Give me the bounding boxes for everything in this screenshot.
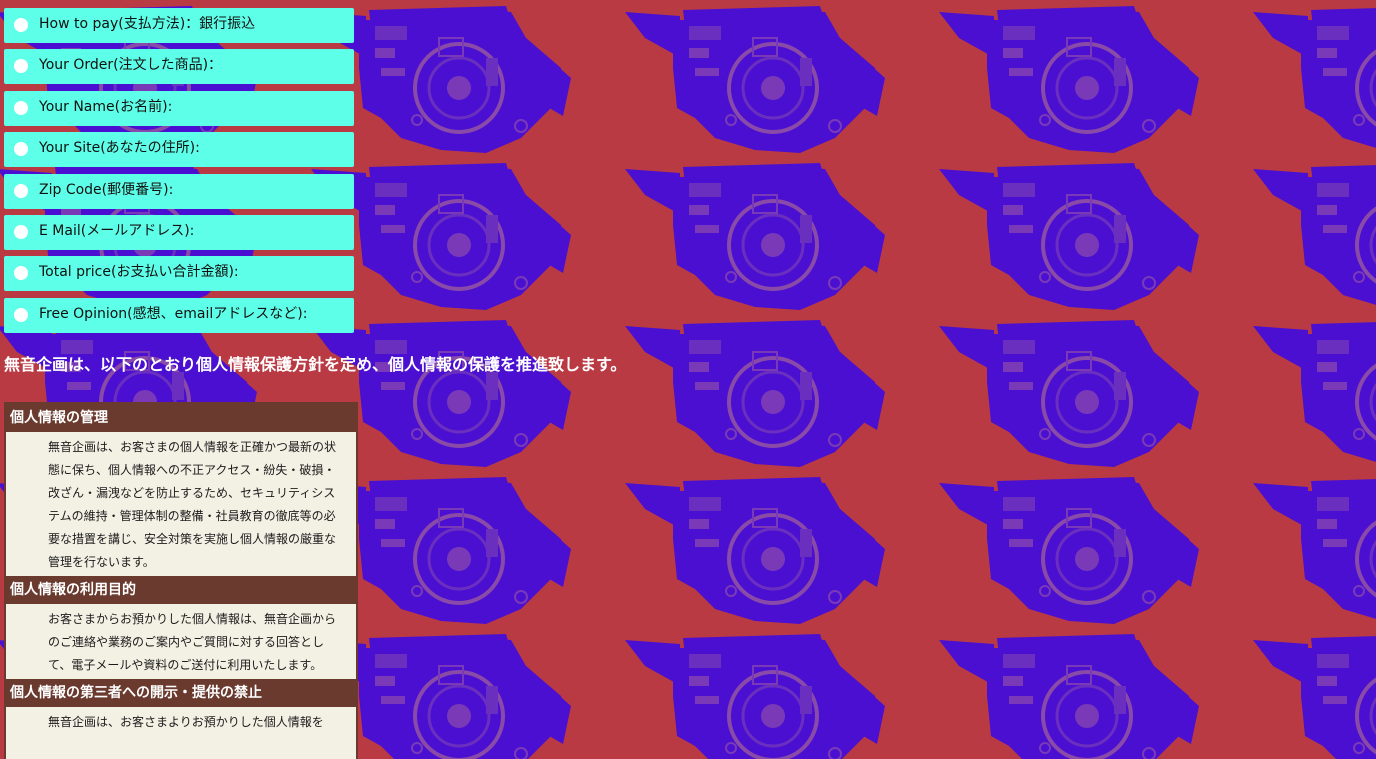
section-body-purpose: お客さまからお預かりした個人情報は、無音企画からのご連絡や業務のご案内やご質問に… xyxy=(48,612,337,672)
section-body-management: 無音企画は、お客さまの個人情報を正確かつ最新の状態に保ち、個人情報への不正アクセ… xyxy=(48,440,337,569)
radio-dot-icon[interactable] xyxy=(14,142,28,156)
section-title-disclosure: 個人情報の第三者への開示・提供の禁止 xyxy=(6,679,356,707)
radio-dot-icon[interactable] xyxy=(14,101,28,115)
form-label: Your Order(注文した商品)： xyxy=(39,57,223,73)
form-row-your-site[interactable]: Your Site(あなたの住所): xyxy=(4,132,354,167)
form-row-your-name[interactable]: Your Name(お名前): xyxy=(4,91,354,126)
form-label: E Mail(メールアドレス): xyxy=(39,223,195,239)
section-body-disclosure: 無音企画は、お客さまよりお預かりした個人情報を xyxy=(48,715,324,729)
privacy-policy-box: 個人情報の管理 無音企画は、お客さまの個人情報を正確かつ最新の状態に保ち、個人情… xyxy=(4,402,358,759)
form-label: Your Site(あなたの住所): xyxy=(39,140,200,156)
radio-dot-icon[interactable] xyxy=(14,225,28,239)
form-row-your-order[interactable]: Your Order(注文した商品)： xyxy=(4,49,354,84)
form-label: How to pay(支払方法)：銀行振込 xyxy=(39,16,256,32)
radio-dot-icon[interactable] xyxy=(14,308,28,322)
radio-dot-icon[interactable] xyxy=(14,59,28,73)
form-label: Zip Code(郵便番号): xyxy=(39,182,174,198)
radio-dot-icon[interactable] xyxy=(14,266,28,280)
form-label: Your Name(お名前): xyxy=(39,99,173,115)
radio-dot-icon[interactable] xyxy=(14,184,28,198)
form-label: Total price(お支払い合計金額): xyxy=(39,264,239,280)
form-row-free-opinion[interactable]: Free Opinion(感想、emailアドレスなど): xyxy=(4,298,354,333)
form-label: Free Opinion(感想、emailアドレスなど): xyxy=(39,306,308,322)
form-row-total-price[interactable]: Total price(お支払い合計金額): xyxy=(4,256,354,291)
section-title-management: 個人情報の管理 xyxy=(6,404,356,432)
form-row-how-to-pay[interactable]: How to pay(支払方法)：銀行振込 xyxy=(4,8,354,43)
radio-dot-icon[interactable] xyxy=(14,18,28,32)
form-row-zip-code[interactable]: Zip Code(郵便番号): xyxy=(4,174,354,209)
form-row-email[interactable]: E Mail(メールアドレス): xyxy=(4,215,354,250)
privacy-headline: 無音企画は、以下のとおり個人情報保護方針を定め、個人情報の保護を推進致します。 xyxy=(4,355,627,374)
section-title-purpose: 個人情報の利用目的 xyxy=(6,576,356,604)
